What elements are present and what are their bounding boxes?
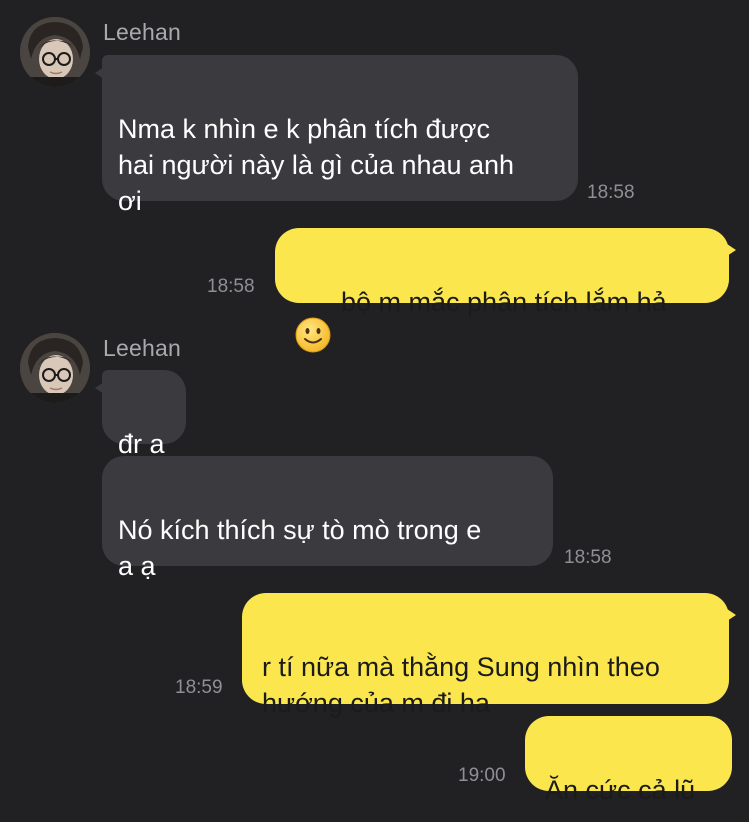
message-bubble-outgoing[interactable]: bộ m mắc phân tích lắm hả	[275, 228, 736, 353]
message-text: Nma k nhìn e k phân tích được hai người …	[118, 114, 515, 216]
message-bubble-outgoing[interactable]: Ăn cức cả lũ	[525, 716, 732, 805]
message-text: Nó kích thích sự tò mò trong e a ạ	[118, 515, 482, 581]
message-bubble-incoming[interactable]: Nma k nhìn e k phân tích được hai người …	[95, 55, 578, 216]
avatar-photo-icon	[20, 17, 90, 87]
avatar[interactable]	[20, 17, 90, 87]
avatar[interactable]	[20, 333, 90, 403]
sender-name: Leehan	[103, 19, 181, 45]
message-timestamp: 18:58	[587, 182, 635, 203]
message-timestamp: 19:00	[458, 765, 506, 786]
avatar-photo-icon	[20, 333, 90, 403]
message-bubble-incoming[interactable]: đr a	[95, 370, 186, 459]
slightly-smiling-face-icon	[295, 281, 331, 353]
message-timestamp: 18:58	[564, 547, 612, 568]
message-timestamp: 18:59	[175, 677, 223, 698]
message-text: đr a	[118, 429, 165, 459]
message-text: r tí nữa mà thằng Sung nhìn theo hướng c…	[262, 652, 660, 718]
sender-name: Leehan	[103, 335, 181, 361]
message-text: Ăn cức cả lũ	[545, 775, 696, 805]
message-timestamp: 18:58	[207, 276, 255, 297]
message-bubble-outgoing[interactable]: r tí nữa mà thằng Sung nhìn theo hướng c…	[242, 593, 736, 718]
message-bubble-incoming[interactable]: Nó kích thích sự tò mò trong e a ạ	[102, 456, 553, 581]
message-text: bộ m mắc phân tích lắm hả	[341, 286, 667, 317]
